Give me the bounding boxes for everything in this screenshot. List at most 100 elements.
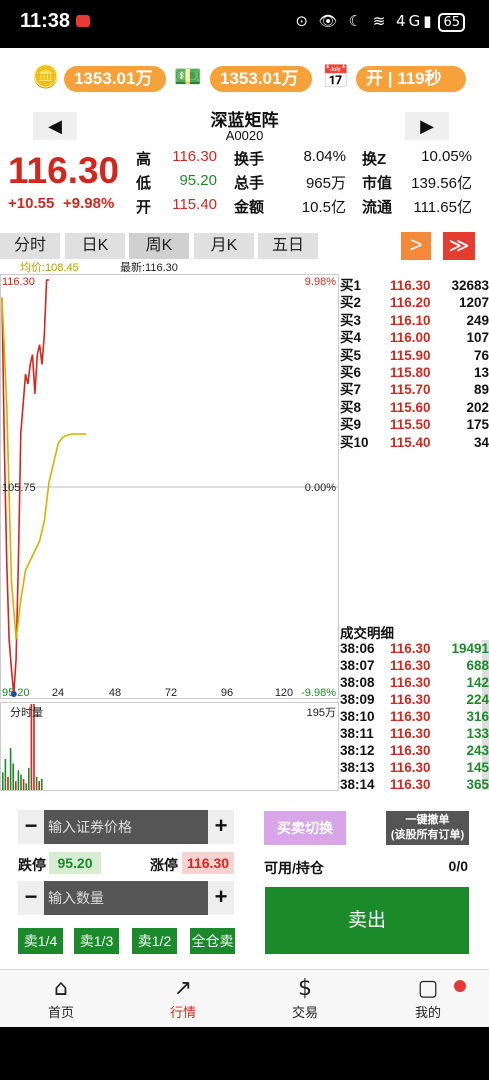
top-pct-label: 9.98% [305,276,336,288]
fast-forward-button[interactable]: ≫ [443,232,475,260]
volume-bar [7,776,9,790]
trade-row: 38:12 116.30 243 [340,742,489,759]
volume-bar [41,779,43,790]
trade-quantity: 133 [466,726,489,741]
bid-price: 115.60 [390,399,431,415]
tab-five-day[interactable]: 五日 [258,233,318,259]
next-button[interactable]: > [401,232,431,260]
bottom-pct-label: -9.98% [301,687,336,699]
order-book-row[interactable]: 买3 116.10 249 [340,312,489,329]
trade-time: 38:13 [340,760,375,775]
bottom-tab-bar: ⌂ 首页 ↗ 行情 $ 交易 ▢ 我的 [0,969,489,1027]
bid-level: 买10 [340,434,369,450]
tab-intraday[interactable]: 分时 [0,233,60,259]
trade-time: 38:14 [340,777,375,792]
order-book-row[interactable]: 买7 115.70 89 [340,381,489,398]
qty-minus-button[interactable]: − [18,881,44,915]
order-book-row[interactable]: 买10 115.40 34 [340,434,489,451]
bid-price: 115.70 [390,382,431,398]
bid-price: 116.10 [390,312,431,328]
price-minus-button[interactable]: − [18,810,44,844]
bid-level: 买9 [340,417,362,433]
tab-market-label: 行情 [169,1005,196,1020]
price-plus-button[interactable]: + [208,810,234,844]
trade-time: 38:09 [340,692,375,707]
volume-bar [22,779,25,790]
exchange-icon: $ [298,976,312,1001]
stat-value: 115.40 [172,196,217,213]
trade-quantity: 224 [466,692,489,707]
tab-monthly-k[interactable]: 月K [194,233,254,259]
bid-level: 买1 [340,278,362,293]
volume-bar [35,776,38,790]
bid-price: 115.80 [390,365,431,380]
trade-time: 38:11 [340,726,374,741]
sell-all-button[interactable]: 全仓卖 [190,928,235,954]
tab-daily-k[interactable]: 日K [65,233,125,259]
sell-quarter-button[interactable]: 卖1/4 [18,928,63,954]
quote-stats: 高 116.30 换手 8.04% 换Z 10.05% 低 95.20 总手 965万 市值 139.… [136,148,476,218]
quantity-input[interactable]: − 输入数量 + [18,881,234,915]
tab-market[interactable]: ↗ 行情 [153,976,213,1021]
sell-button[interactable]: 卖出 [265,887,469,954]
home-icon: ⌂ [54,976,68,1001]
trade-price: 116.30 [390,709,431,724]
order-book-row[interactable]: 买4 116.00 107 [340,329,489,346]
order-book-row[interactable]: 买9 115.50 175 [340,416,489,433]
trade-row: 38:09 116.30 224 [340,691,489,708]
bid-quantity: 89 [473,382,489,398]
sell-third-button[interactable]: 卖1/3 [74,928,119,954]
bid-price: 115.50 [390,417,431,433]
bid-level: 买5 [340,347,362,363]
system-nav-bar [0,1027,489,1080]
tab-trade-label: 交易 [291,1005,318,1020]
order-book-row[interactable]: 买6 115.80 13 [340,364,489,381]
bid-quantity: 202 [466,399,489,415]
trade-quantity: 145 [466,760,489,775]
next-stock-button[interactable]: ▶ [405,112,449,140]
trades-title: 成交明细 [340,626,394,641]
stat-value: 965万 [305,175,346,192]
trade-price: 116.30 [390,641,431,656]
intraday-chart: 均价:108.45 最新:116.30 116.30 9.98% 105.75 … [0,260,339,791]
order-book-row[interactable]: 买8 115.60 202 [340,399,489,416]
bid-quantity: 76 [473,347,489,363]
limit-up-value[interactable]: 116.30 [182,852,234,874]
available-label: 可用/持仓 [264,860,324,876]
order-book-row[interactable]: 买1 116.30 32683 [340,277,489,294]
trade-time: 38:07 [340,658,375,673]
tab-trade[interactable]: $ 交易 [275,976,335,1021]
tab-weekly-k[interactable]: 周K [129,233,189,259]
stat-label: 低 [136,175,152,192]
order-book-row[interactable]: 买2 116.20 1207 [340,294,489,311]
balance-pill: 1353.01万 [64,66,166,92]
volume-bar [25,783,27,790]
qty-plus-button[interactable]: + [208,881,234,915]
tab-home[interactable]: ⌂ 首页 [31,976,91,1021]
avg-price-label: 均价:108.45 [20,261,79,274]
stat-value: 95.20 [179,172,217,189]
trade-row: 38:08 116.30 142 [340,674,489,691]
sell-half-button[interactable]: 卖1/2 [132,928,177,954]
cancel-all-orders-button[interactable]: 一键撤单 (该股所有订单) [386,811,469,845]
trade-row: 38:14 116.30 365 [340,776,489,793]
bid-quantity: 175 [466,417,489,433]
tab-mine[interactable]: ▢ 我的 [398,976,458,1021]
cancel-all-sublabel: (该股所有订单) [390,829,465,841]
notification-dot [454,980,466,992]
stat-value: 10.05% [421,148,472,165]
stat-label: 换手 [234,151,265,168]
buy-sell-switch-button[interactable]: 买卖切换 [264,811,346,845]
stat-value: 10.5亿 [301,199,346,216]
trade-price: 116.30 [390,760,431,775]
trade-price: 116.30 [390,675,431,690]
limit-down-value[interactable]: 95.20 [49,852,101,874]
volume-bar [38,781,40,790]
limit-up-label: 涨停 [150,857,178,873]
bid-level: 买3 [340,312,362,328]
status-bar: 11:38 ⊙ 👁 ☾ ≋ 4G▮ 65 [0,0,489,48]
stat-label: 金额 [234,199,265,216]
order-book-row[interactable]: 买5 115.90 76 [340,347,489,364]
price-input[interactable]: − 输入证券价格 + [18,810,234,844]
recording-icon [76,15,90,27]
